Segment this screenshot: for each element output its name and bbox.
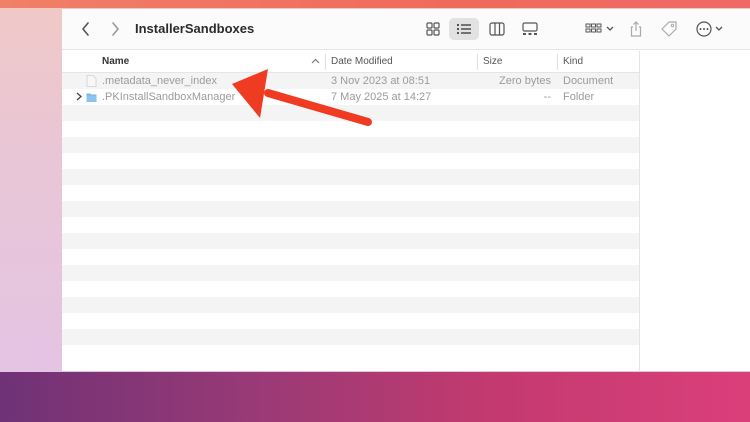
red-arrow-icon (232, 69, 372, 126)
